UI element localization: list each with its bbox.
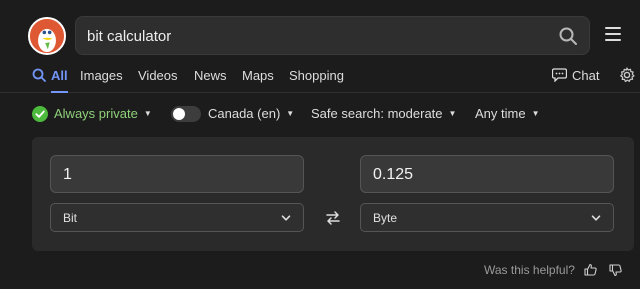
duckduckgo-logo[interactable] bbox=[28, 17, 66, 55]
to-unit-label: Byte bbox=[373, 211, 398, 225]
tab-images[interactable]: Images bbox=[80, 68, 123, 93]
region-toggle[interactable] bbox=[171, 106, 201, 122]
thumbs-down-icon[interactable] bbox=[609, 264, 622, 277]
safe-search-dropdown[interactable]: Safe search: moderate ▼ bbox=[311, 106, 456, 121]
to-value[interactable]: 0.125 bbox=[373, 166, 413, 184]
always-private-label: Always private bbox=[54, 106, 138, 121]
tab-all-search-icon bbox=[32, 68, 46, 82]
from-value-input[interactable]: 1 bbox=[50, 155, 304, 193]
chevron-down-icon bbox=[591, 215, 601, 221]
caret-down-icon: ▼ bbox=[448, 109, 457, 118]
from-unit-label: Bit bbox=[63, 211, 78, 225]
search-query[interactable]: bit calculator bbox=[87, 28, 171, 45]
feedback-label: Was this helpful? bbox=[484, 263, 575, 277]
search-tabs: All Images Videos News Maps Shopping bbox=[0, 64, 640, 93]
tab-all[interactable]: All bbox=[51, 68, 68, 93]
tab-news[interactable]: News bbox=[194, 68, 227, 93]
to-value-input[interactable]: 0.125 bbox=[360, 155, 614, 193]
toggle-knob bbox=[173, 108, 185, 120]
always-private-dropdown[interactable]: Always private ▼ bbox=[54, 106, 152, 121]
caret-down-icon: ▼ bbox=[286, 109, 295, 118]
time-label: Any time bbox=[475, 106, 526, 121]
thumbs-up-icon[interactable] bbox=[584, 263, 597, 276]
chat-button[interactable]: Chat bbox=[552, 68, 599, 83]
swap-units-icon[interactable] bbox=[325, 210, 341, 226]
caret-down-icon: ▼ bbox=[143, 109, 152, 118]
region-label: Canada (en) bbox=[208, 106, 281, 121]
from-unit-select[interactable]: Bit bbox=[50, 203, 304, 232]
search-filters: Always private ▼ Canada (en) ▼ Safe search… bbox=[0, 94, 640, 134]
safe-search-label: Safe search: moderate bbox=[311, 106, 443, 121]
to-unit-select[interactable]: Byte bbox=[360, 203, 614, 232]
tab-maps[interactable]: Maps bbox=[242, 68, 274, 93]
search-icon[interactable] bbox=[558, 26, 578, 46]
hamburger-menu-icon[interactable] bbox=[605, 27, 621, 41]
chevron-down-icon bbox=[281, 215, 291, 221]
chat-icon bbox=[552, 68, 567, 82]
chat-label: Chat bbox=[572, 68, 600, 83]
settings-gear-icon[interactable] bbox=[619, 67, 635, 83]
from-value[interactable]: 1 bbox=[63, 166, 72, 184]
caret-down-icon: ▼ bbox=[531, 109, 540, 118]
time-dropdown[interactable]: Any time ▼ bbox=[475, 106, 540, 121]
tab-shopping[interactable]: Shopping bbox=[289, 68, 344, 93]
search-input[interactable]: bit calculator bbox=[75, 16, 590, 55]
region-dropdown[interactable]: Canada (en) ▼ bbox=[208, 106, 294, 121]
tab-videos[interactable]: Videos bbox=[138, 68, 178, 93]
